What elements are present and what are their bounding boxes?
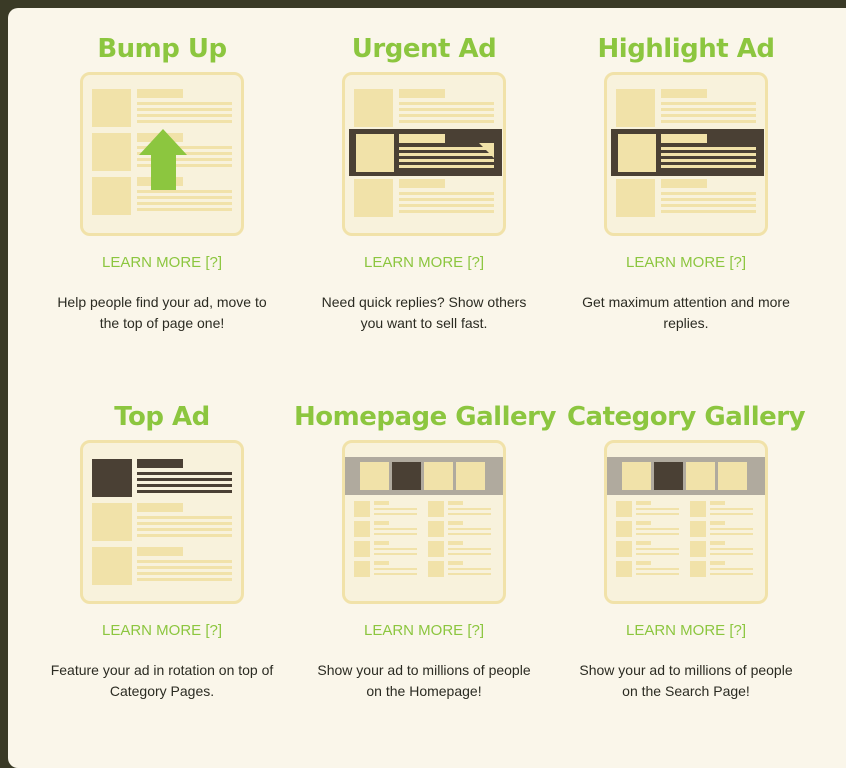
learn-more-link[interactable]: LEARN MORE [?]	[556, 254, 816, 271]
feature-description: Help people find your ad, move to the to…	[57, 294, 267, 331]
bump-up-arrow-icon	[92, 89, 232, 215]
top-ad-illustration	[80, 440, 244, 604]
feature-bump-up: Bump Up LEARN MORE [?] Help people find …	[32, 34, 292, 334]
top-ad-icon	[92, 459, 232, 585]
learn-more-link[interactable]: LEARN MORE [?]	[32, 622, 292, 639]
feature-highlight-ad: Highlight Ad LEARN MORE [?] Get maximum …	[556, 34, 816, 334]
feature-title: Urgent Ad	[351, 34, 497, 64]
feature-title: Highlight Ad	[597, 34, 775, 64]
bump-up-illustration	[80, 72, 244, 236]
learn-more-link[interactable]: LEARN MORE [?]	[294, 254, 554, 271]
learn-more-link[interactable]: LEARN MORE [?]	[32, 254, 292, 271]
feature-title: Bump Up	[97, 34, 227, 64]
feature-description: Get maximum attention and more replies.	[582, 294, 790, 331]
feature-description: Show your ad to millions of people on th…	[579, 662, 793, 699]
urgent-ad-illustration	[342, 72, 506, 236]
feature-urgent-ad: Urgent Ad LEARN MORE [?] Need quick repl…	[294, 34, 554, 334]
feature-category-gallery: Category Gallery LEARN MORE [?] Show you…	[556, 402, 816, 702]
feature-description: Need quick replies? Show others you want…	[321, 294, 527, 331]
category-gallery-icon	[607, 457, 765, 577]
homepage-gallery-icon	[345, 457, 503, 577]
feature-homepage-gallery: Homepage Gallery LEARN MORE [?] Show you…	[294, 402, 556, 702]
feature-title: Top Ad	[114, 402, 210, 432]
feature-title: Homepage Gallery	[294, 402, 556, 432]
category-gallery-illustration	[604, 440, 768, 604]
urgent-ad-icon	[349, 89, 502, 217]
feature-description: Feature your ad in rotation on top of Ca…	[50, 662, 274, 699]
highlight-ad-icon	[611, 89, 764, 217]
feature-title: Category Gallery	[566, 402, 806, 432]
learn-more-link[interactable]: LEARN MORE [?]	[556, 622, 816, 639]
feature-description: Show your ad to millions of people on th…	[317, 662, 531, 699]
homepage-gallery-illustration	[342, 440, 506, 604]
upsell-panel: Bump Up LEARN MORE [?] Help people find …	[8, 8, 846, 768]
feature-top-ad: Top Ad LEARN MORE [?] Feature your ad in…	[32, 402, 292, 702]
highlight-ad-illustration	[604, 72, 768, 236]
learn-more-link[interactable]: LEARN MORE [?]	[294, 622, 554, 639]
